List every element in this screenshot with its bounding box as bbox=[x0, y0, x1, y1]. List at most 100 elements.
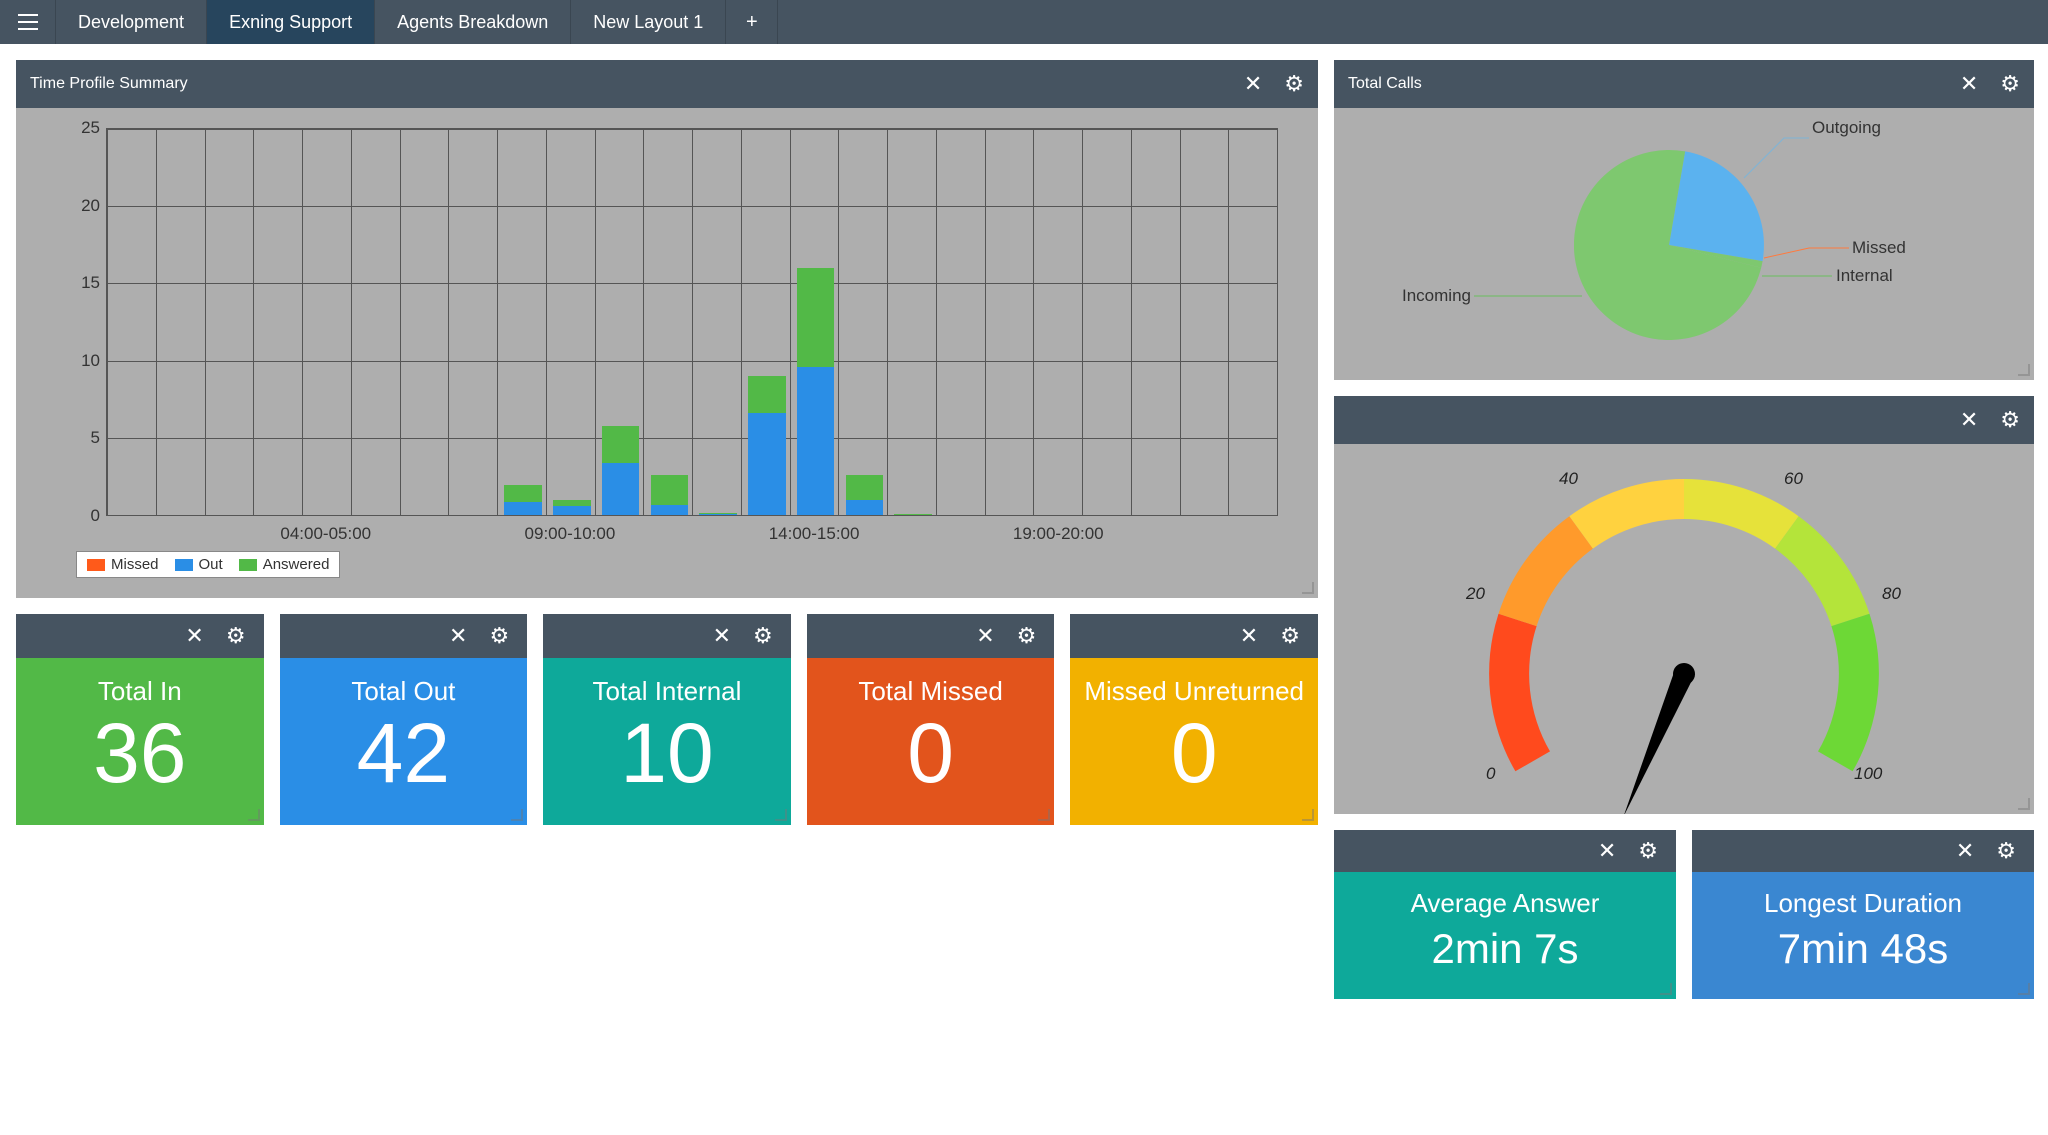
stat-label: Total Missed bbox=[817, 676, 1045, 707]
bar bbox=[797, 206, 834, 515]
widget-time-profile: Time Profile Summary 0 5 10 15 20 25 04:00-05:… bbox=[16, 60, 1318, 598]
resize-handle[interactable] bbox=[2018, 798, 2030, 810]
gear-icon[interactable] bbox=[1280, 623, 1300, 649]
tab-exning-support[interactable]: Exning Support bbox=[207, 0, 375, 44]
info-label: Average Answer bbox=[1344, 888, 1666, 919]
right-column: Total Calls Outgoing Missed Internal Inc… bbox=[1334, 60, 2034, 999]
close-icon[interactable] bbox=[976, 623, 994, 649]
gauge-tick-20: 20 bbox=[1466, 584, 1485, 604]
stat-card-total-out: Total Out 42 bbox=[280, 614, 528, 825]
info-cards-row: Average Answer 2min 7s Longest Duration 7mi… bbox=[1334, 830, 2034, 999]
widget-title: Total Calls bbox=[1348, 75, 1960, 93]
legend: Missed Out Answered bbox=[76, 551, 340, 578]
resize-handle[interactable] bbox=[2018, 983, 2030, 995]
x-tick: 19:00-20:00 bbox=[1013, 524, 1104, 544]
bar bbox=[699, 484, 736, 515]
close-icon[interactable] bbox=[1956, 838, 1974, 864]
stat-cards-row: Total In36Total Out42Total Internal10Tot… bbox=[16, 614, 1318, 825]
gauge-tick-0: 0 bbox=[1486, 764, 1495, 784]
stat-label: Total Out bbox=[290, 676, 518, 707]
x-tick: 09:00-10:00 bbox=[525, 524, 616, 544]
y-tick: 5 bbox=[46, 428, 100, 448]
close-icon[interactable] bbox=[1960, 407, 1978, 433]
stat-card-total-in: Total In 36 bbox=[16, 614, 264, 825]
info-label: Longest Duration bbox=[1702, 888, 2024, 919]
bar bbox=[894, 500, 931, 515]
gauge-chart: 0 20 40 60 80 100 bbox=[1334, 444, 2034, 814]
resize-handle[interactable] bbox=[2018, 364, 2030, 376]
stat-value: 36 bbox=[26, 711, 254, 795]
bar bbox=[651, 391, 688, 515]
close-icon[interactable] bbox=[1240, 623, 1258, 649]
bar bbox=[846, 391, 883, 515]
close-icon[interactable] bbox=[713, 623, 731, 649]
stat-card-total-missed: Total Missed 0 bbox=[807, 614, 1055, 825]
gauge-tick-100: 100 bbox=[1854, 764, 1882, 784]
resize-handle[interactable] bbox=[248, 809, 260, 821]
stat-value: 42 bbox=[290, 711, 518, 795]
y-tick: 25 bbox=[46, 118, 100, 138]
stat-value: 0 bbox=[1080, 711, 1308, 795]
stat-value: 0 bbox=[817, 711, 1045, 795]
close-icon[interactable] bbox=[449, 623, 467, 649]
gear-icon[interactable] bbox=[1284, 71, 1304, 97]
left-column: Time Profile Summary 0 5 10 15 20 25 04:00-05:… bbox=[16, 60, 1318, 825]
dashboard: Time Profile Summary 0 5 10 15 20 25 04:00-05:… bbox=[0, 44, 2048, 1015]
tab-agents-breakdown[interactable]: Agents Breakdown bbox=[375, 0, 571, 44]
resize-handle[interactable] bbox=[775, 809, 787, 821]
gear-icon[interactable] bbox=[226, 623, 246, 649]
legend-entry: Out bbox=[175, 556, 223, 573]
stat-label: Missed Unreturned bbox=[1080, 676, 1308, 707]
x-tick: 04:00-05:00 bbox=[280, 524, 371, 544]
x-tick: 14:00-15:00 bbox=[769, 524, 860, 544]
widget-total-calls: Total Calls Outgoing Missed Internal Inc… bbox=[1334, 60, 2034, 380]
close-icon[interactable] bbox=[1598, 838, 1616, 864]
y-tick: 10 bbox=[46, 351, 100, 371]
close-icon[interactable] bbox=[185, 623, 203, 649]
widget-gauge: 0 20 40 60 80 100 bbox=[1334, 396, 2034, 814]
close-icon[interactable] bbox=[1960, 71, 1978, 97]
add-tab-button[interactable]: + bbox=[726, 0, 778, 44]
info-value: 7min 48s bbox=[1702, 925, 2024, 973]
gear-icon[interactable] bbox=[1638, 838, 1658, 864]
info-card-average-answer: Average Answer 2min 7s bbox=[1334, 830, 1676, 999]
bar bbox=[602, 330, 639, 515]
close-icon[interactable] bbox=[1244, 71, 1262, 97]
y-tick: 20 bbox=[46, 196, 100, 216]
resize-handle[interactable] bbox=[511, 809, 523, 821]
stat-card-missed-unreturned: Missed Unreturned 0 bbox=[1070, 614, 1318, 825]
gear-icon[interactable] bbox=[1996, 838, 2016, 864]
gear-icon[interactable] bbox=[489, 623, 509, 649]
stat-label: Total Internal bbox=[553, 676, 781, 707]
stat-value: 10 bbox=[553, 711, 781, 795]
gauge-tick-80: 80 bbox=[1882, 584, 1901, 604]
legend-entry: Answered bbox=[239, 556, 330, 573]
resize-handle[interactable] bbox=[1038, 809, 1050, 821]
resize-handle[interactable] bbox=[1660, 983, 1672, 995]
gear-icon[interactable] bbox=[753, 623, 773, 649]
resize-handle[interactable] bbox=[1302, 582, 1314, 594]
hamburger-icon[interactable] bbox=[0, 0, 56, 44]
stat-label: Total In bbox=[26, 676, 254, 707]
stat-card-total-internal: Total Internal 10 bbox=[543, 614, 791, 825]
top-nav: Development Exning Support Agents Breakd… bbox=[0, 0, 2048, 44]
y-tick: 0 bbox=[46, 506, 100, 526]
widget-title: Time Profile Summary bbox=[30, 75, 1244, 93]
y-tick: 15 bbox=[46, 273, 100, 293]
gauge-tick-60: 60 bbox=[1784, 469, 1803, 489]
info-value: 2min 7s bbox=[1344, 925, 1666, 973]
bar bbox=[504, 407, 541, 515]
tab-new-layout-1[interactable]: New Layout 1 bbox=[571, 0, 726, 44]
bar-chart: 0 5 10 15 20 25 04:00-05:00 09:00-10:00 14:00-15… bbox=[16, 108, 1318, 598]
bar bbox=[553, 438, 590, 515]
resize-handle[interactable] bbox=[1302, 809, 1314, 821]
info-card-longest-duration: Longest Duration 7min 48s bbox=[1692, 830, 2034, 999]
gear-icon[interactable] bbox=[2000, 71, 2020, 97]
legend-entry: Missed bbox=[87, 556, 159, 573]
gauge-tick-40: 40 bbox=[1559, 469, 1578, 489]
tab-development[interactable]: Development bbox=[56, 0, 207, 44]
pie-chart: Outgoing Missed Internal Incoming bbox=[1334, 108, 2034, 380]
gear-icon[interactable] bbox=[2000, 407, 2020, 433]
bar bbox=[748, 283, 785, 515]
gear-icon[interactable] bbox=[1017, 623, 1037, 649]
